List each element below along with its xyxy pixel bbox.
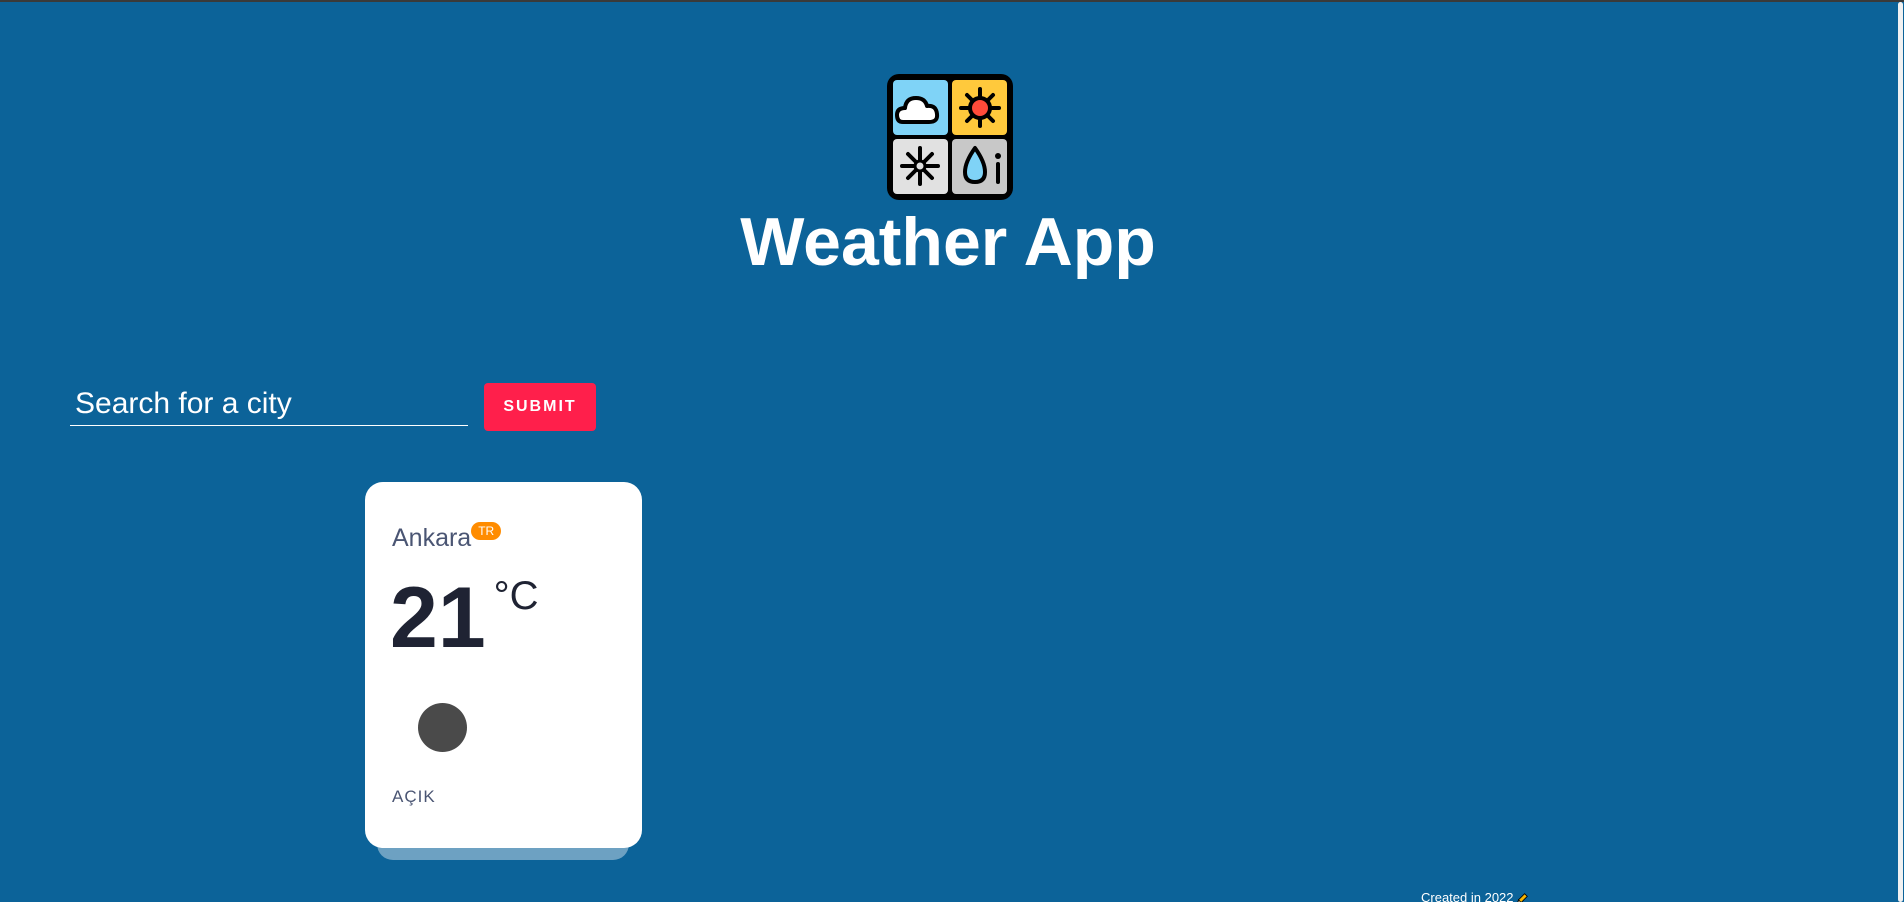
weather-condition-icon (418, 703, 467, 752)
footer: Created in 2022 (1421, 890, 1529, 902)
weather-logo-icon (887, 74, 1013, 200)
weather-description: AÇIK (392, 787, 436, 806)
scrollbar-thumb[interactable] (1898, 2, 1903, 902)
city-card: Ankara TR 21 °C AÇIK (365, 482, 642, 848)
pencil-icon (1516, 892, 1528, 902)
temperature-value: 21 (390, 570, 486, 666)
temperature: 21 °C (390, 570, 539, 666)
submit-button[interactable]: SUBMIT (484, 383, 596, 431)
window-top-border (0, 0, 1904, 2)
search-input[interactable] (70, 382, 468, 426)
country-badge: TR (471, 522, 502, 540)
temperature-unit: °C (493, 574, 539, 618)
city-name: Ankara TR (392, 522, 502, 553)
city-name-text: Ankara (392, 524, 472, 552)
footer-text: Created in 2022 (1421, 890, 1514, 902)
page-title: Weather App (740, 204, 1156, 280)
